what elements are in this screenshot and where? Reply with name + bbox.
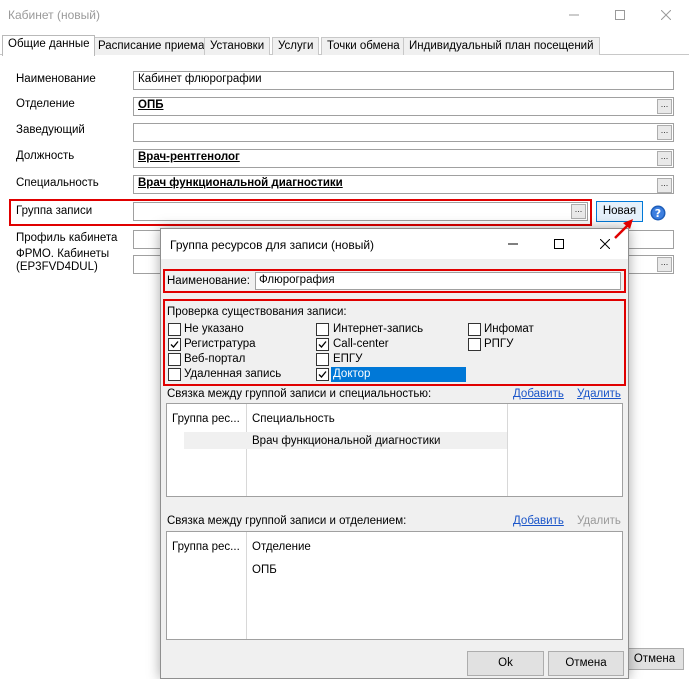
dialog-ok-button[interactable]: Ok	[467, 651, 544, 676]
tab-services[interactable]: Услуги	[272, 37, 320, 55]
position-input[interactable]: Врач-рентгенолог	[133, 149, 674, 168]
checkmark-icon	[318, 341, 327, 348]
main-cancel-button[interactable]: Отмена	[625, 648, 684, 670]
specialty-grid-cell: Врач функциональной диагностики	[252, 435, 441, 447]
group-label: Группа записи	[16, 205, 93, 217]
dialog-title-bar: Группа ресурсов для записи (новый)	[161, 229, 628, 259]
checkmark-icon	[318, 371, 327, 378]
name-input[interactable]: Кабинет флюрографии	[133, 71, 674, 90]
close-button[interactable]	[643, 0, 688, 30]
dialog-cancel-button[interactable]: Отмена	[548, 651, 624, 676]
check-web-portal[interactable]	[168, 353, 181, 366]
name-label: Наименование	[16, 73, 96, 85]
grid-column-separator	[246, 404, 247, 496]
checkmark-icon	[170, 341, 179, 348]
minimize-button[interactable]	[551, 0, 596, 30]
head-label: Заведующий	[16, 124, 85, 136]
check-not-specified-label: Не указано	[184, 323, 244, 335]
dialog-name-label: Наименование:	[167, 275, 250, 287]
grid-column-separator	[507, 404, 508, 496]
position-label: Должность	[16, 150, 75, 162]
department-add-link[interactable]: Добавить	[513, 515, 564, 527]
check-internet[interactable]	[316, 323, 329, 336]
department-grid: Группа рес... Отделение ОПБ	[166, 531, 623, 640]
check-web-portal-label: Веб-портал	[184, 353, 246, 365]
dialog-title: Группа ресурсов для записи (новый)	[170, 238, 375, 252]
window-title: Кабинет (новый)	[8, 8, 100, 22]
profile-label: Профиль кабинета	[16, 232, 118, 244]
check-internet-label: Интернет-запись	[333, 323, 424, 335]
specialty-link-label: Связка между группой записи и специально…	[167, 388, 432, 400]
department-grid-cell: ОПБ	[252, 564, 277, 576]
department-browse-button[interactable]: ...	[657, 99, 672, 114]
check-doctor[interactable]	[316, 368, 329, 381]
tab-settings[interactable]: Установки	[204, 37, 271, 55]
head-browse-button[interactable]: ...	[657, 125, 672, 140]
head-input[interactable]	[133, 123, 674, 142]
check-doctor-label: Доктор	[333, 368, 371, 380]
check-registry[interactable]	[168, 338, 181, 351]
maximize-button[interactable]	[597, 0, 642, 30]
position-browse-button[interactable]: ...	[657, 151, 672, 166]
check-epgu-label: ЕПГУ	[333, 353, 363, 365]
frmo-browse-button[interactable]: ...	[657, 257, 672, 272]
specialty-input[interactable]: Врач функциональной диагностики	[133, 175, 674, 194]
department-grid-header-group: Группа рес...	[172, 541, 240, 553]
check-registry-label: Регистратура	[184, 338, 256, 350]
check-rpgu-label: РПГУ	[484, 338, 514, 350]
help-button[interactable]: ?	[650, 205, 666, 221]
maximize-icon	[554, 239, 564, 249]
resource-group-dialog: Группа ресурсов для записи (новый) Наиме…	[160, 228, 629, 679]
dialog-name-input[interactable]: Флюрография	[255, 272, 621, 290]
department-label: Отделение	[16, 98, 75, 110]
check-not-specified[interactable]	[168, 323, 181, 336]
dialog-maximize-button[interactable]	[536, 229, 582, 259]
main-title-bar: Кабинет (новый)	[0, 0, 689, 30]
department-input[interactable]: ОПБ	[133, 97, 674, 116]
specialty-grid-header-specialty: Специальность	[252, 413, 335, 425]
frmo-code-label: (EP3FVD4DUL)	[16, 261, 98, 273]
specialty-browse-button[interactable]: ...	[657, 178, 672, 193]
specialty-label: Специальность	[16, 177, 99, 189]
close-icon	[600, 239, 610, 249]
dialog-minimize-button[interactable]	[490, 229, 536, 259]
close-icon	[660, 10, 671, 20]
group-browse-button[interactable]: ...	[571, 204, 586, 219]
help-icon: ?	[650, 205, 666, 221]
check-rpgu[interactable]	[468, 338, 481, 351]
specialty-add-link[interactable]: Добавить	[513, 388, 564, 400]
check-infomat-label: Инфомат	[484, 323, 534, 335]
check-remote-label: Удаленная запись	[184, 368, 282, 380]
department-delete-link[interactable]: Удалить	[577, 515, 621, 527]
maximize-icon	[614, 10, 625, 20]
minimize-icon	[508, 243, 518, 245]
check-call-center-label: Call-center	[333, 338, 389, 350]
tab-individual-plan[interactable]: Индивидуальный план посещений	[403, 37, 600, 55]
check-remote[interactable]	[168, 368, 181, 381]
group-input[interactable]	[133, 202, 588, 221]
tab-exchange-points[interactable]: Точки обмена	[321, 37, 406, 55]
check-infomat[interactable]	[468, 323, 481, 336]
specialty-grid-header-group: Группа рес...	[172, 413, 240, 425]
annotation-arrow	[614, 219, 633, 239]
tab-schedule[interactable]: Расписание приема	[92, 37, 211, 55]
specialty-grid: Группа рес... Специальность Врач функцио…	[166, 403, 623, 497]
check-epgu[interactable]	[316, 353, 329, 366]
department-link-label: Связка между группой записи и отделением…	[167, 515, 407, 527]
grid-column-separator	[246, 532, 247, 639]
frmo-label: ФРМО. Кабинеты	[16, 248, 110, 260]
tab-general[interactable]: Общие данные	[2, 35, 96, 56]
minimize-icon	[568, 14, 579, 16]
specialty-delete-link[interactable]: Удалить	[577, 388, 621, 400]
check-call-center[interactable]	[316, 338, 329, 351]
svg-text:?: ?	[655, 207, 661, 220]
check-group-label: Проверка существования записи:	[167, 306, 347, 318]
department-grid-header-department: Отделение	[252, 541, 311, 553]
